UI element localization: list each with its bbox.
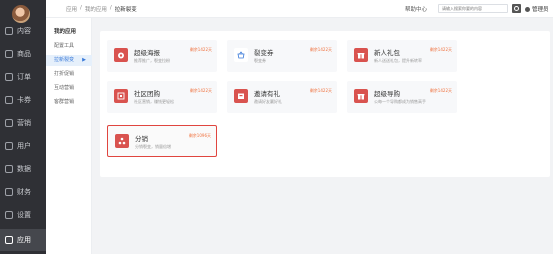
- app-validity: 剩余1422天: [429, 47, 452, 52]
- app-card-distribution[interactable]: 分销 分销裂变，销量倍增 剩余1096天: [107, 125, 217, 157]
- order-icon: [5, 73, 13, 81]
- sidebar-item-label: 商品: [17, 50, 31, 58]
- app-validity: 剩余1422天: [309, 47, 332, 52]
- admin-menu[interactable]: 管理员: [525, 5, 549, 13]
- app-name: 邀请有礼: [254, 90, 280, 98]
- sidebar-item-apps[interactable]: 应用: [0, 229, 46, 251]
- subnav-item-label: 互动营销: [54, 85, 75, 91]
- help-center-link[interactable]: 帮助中心: [405, 5, 427, 13]
- breadcrumb-separator: /: [109, 5, 112, 11]
- coupon-icon: [5, 96, 13, 104]
- search-icon[interactable]: [512, 4, 521, 13]
- app-validity: 剩余1422天: [429, 88, 452, 93]
- main-sidebar: 内容 商品 订单 卡券 营销 用户 数据 财务 设置 应用: [0, 0, 46, 254]
- app-desc: 新人送送礼包，提升新转率: [374, 58, 422, 63]
- search-input[interactable]: [438, 4, 508, 13]
- app-desc: 推荐推广，裂变拉粉: [134, 58, 170, 63]
- app-validity: 剩余1422天: [189, 88, 212, 93]
- sidebar-item-settings[interactable]: 设置: [0, 204, 46, 226]
- gear-icon: [5, 211, 13, 219]
- app-list-panel: 超级海报 推荐推广，裂变拉粉 剩余1422天 裂变券 裂变券 剩余1422天 新…: [100, 31, 550, 177]
- chevron-right-icon: ▶: [82, 57, 86, 63]
- user-icon: [5, 142, 13, 150]
- app-name: 超级海报: [134, 49, 160, 57]
- chart-icon: [5, 165, 13, 173]
- app-card-invite-reward[interactable]: 邀请有礼 邀请好友赢好礼 剩余1422天: [227, 81, 337, 113]
- app-card-community-group-buy[interactable]: 社区团购 社区营销，赚钱更轻松 剩余1422天: [107, 81, 217, 113]
- finance-icon: [5, 188, 13, 196]
- sidebar-item-label: 营销: [17, 119, 31, 127]
- sub-navigation: 我的应用 配置工具 拉新裂变 ▶ 打折促销 互动营销 客群营销: [46, 18, 92, 254]
- sidebar-item-marketing[interactable]: 营销: [0, 112, 46, 134]
- breadcrumb-separator: /: [80, 5, 82, 11]
- invite-icon: [234, 89, 248, 103]
- sidebar-item-orders[interactable]: 订单: [0, 66, 46, 88]
- app-desc: 裂变券: [254, 58, 266, 63]
- app-name: 超级导购: [374, 90, 400, 98]
- breadcrumb-current: 拉新裂变: [114, 7, 137, 13]
- basket-icon: [234, 48, 248, 62]
- sidebar-item-label: 应用: [17, 236, 31, 244]
- sidebar-item-label: 订单: [17, 73, 31, 81]
- app-card-super-guide[interactable]: 超级导购 公每一个导购都成为销售高手 剩余1422天: [347, 81, 457, 113]
- subnav-item-interactive[interactable]: 互动营销: [46, 83, 92, 94]
- subnav-item-label: 拉新裂变: [54, 57, 75, 63]
- sidebar-item-label: 设置: [17, 211, 31, 219]
- app-validity: 剩余1422天: [309, 88, 332, 93]
- sidebar-item-coupons[interactable]: 卡券: [0, 89, 46, 111]
- subnav-item-config-tools[interactable]: 配置工具: [46, 41, 92, 52]
- subnav-item-label: 配置工具: [54, 43, 75, 49]
- app-desc: 分销裂变，销量倍增: [135, 144, 171, 149]
- subnav-item-referral[interactable]: 拉新裂变 ▶: [46, 55, 92, 66]
- breadcrumb: 应用 / 我的应用 / 拉新裂变: [66, 5, 137, 13]
- community-icon: [114, 89, 128, 103]
- app-desc: 公每一个导购都成为销售高手: [374, 99, 426, 104]
- sidebar-item-products[interactable]: 商品: [0, 43, 46, 65]
- marketing-icon: [5, 119, 13, 127]
- sidebar-item-label: 卡券: [17, 96, 31, 104]
- sidebar-item-label: 数据: [17, 165, 31, 173]
- sidebar-item-data[interactable]: 数据: [0, 158, 46, 180]
- guide-icon: [354, 89, 368, 103]
- subnav-item-customer-groups[interactable]: 客群营销: [46, 97, 92, 108]
- app-name: 新人礼包: [374, 49, 400, 57]
- sidebar-item-content[interactable]: 内容: [0, 20, 46, 42]
- poster-icon: [114, 48, 128, 62]
- sidebar-item-label: 内容: [17, 27, 31, 35]
- bag-icon: [5, 50, 13, 58]
- app-card-referral-coupon[interactable]: 裂变券 裂变券 剩余1422天: [227, 40, 337, 72]
- document-icon: [5, 27, 13, 35]
- app-desc: 社区营销，赚钱更轻松: [134, 99, 174, 104]
- distribution-icon: [115, 134, 129, 148]
- app-name: 社区团购: [134, 90, 160, 98]
- subnav-item-discounts[interactable]: 打折促销: [46, 69, 92, 80]
- subnav-item-label: 客群营销: [54, 99, 75, 105]
- admin-label: 管理员: [532, 7, 549, 13]
- top-bar: 应用 / 我的应用 / 拉新裂变 帮助中心 管理员: [46, 0, 553, 18]
- sidebar-item-users[interactable]: 用户: [0, 135, 46, 157]
- app-name: 分销: [135, 135, 148, 143]
- gift-icon: [354, 48, 368, 62]
- app-validity: 剩余1096天: [188, 133, 211, 138]
- sidebar-item-label: 财务: [17, 188, 31, 196]
- app-validity: 剩余1422天: [189, 47, 212, 52]
- app-name: 裂变券: [254, 49, 274, 57]
- user-icon: [525, 6, 530, 12]
- breadcrumb-my-apps[interactable]: 我的应用: [85, 5, 107, 13]
- subnav-title: 我的应用: [54, 29, 77, 35]
- app-desc: 邀请好友赢好礼: [254, 99, 282, 104]
- sidebar-item-finance[interactable]: 财务: [0, 181, 46, 203]
- apps-icon: [5, 236, 13, 244]
- app-card-super-poster[interactable]: 超级海报 推荐推广，裂变拉粉 剩余1422天: [107, 40, 217, 72]
- app-card-newcomer-gift[interactable]: 新人礼包 新人送送礼包，提升新转率 剩余1422天: [347, 40, 457, 72]
- sidebar-item-label: 用户: [17, 142, 31, 150]
- breadcrumb-apps[interactable]: 应用: [66, 5, 77, 13]
- subnav-item-label: 打折促销: [54, 71, 75, 77]
